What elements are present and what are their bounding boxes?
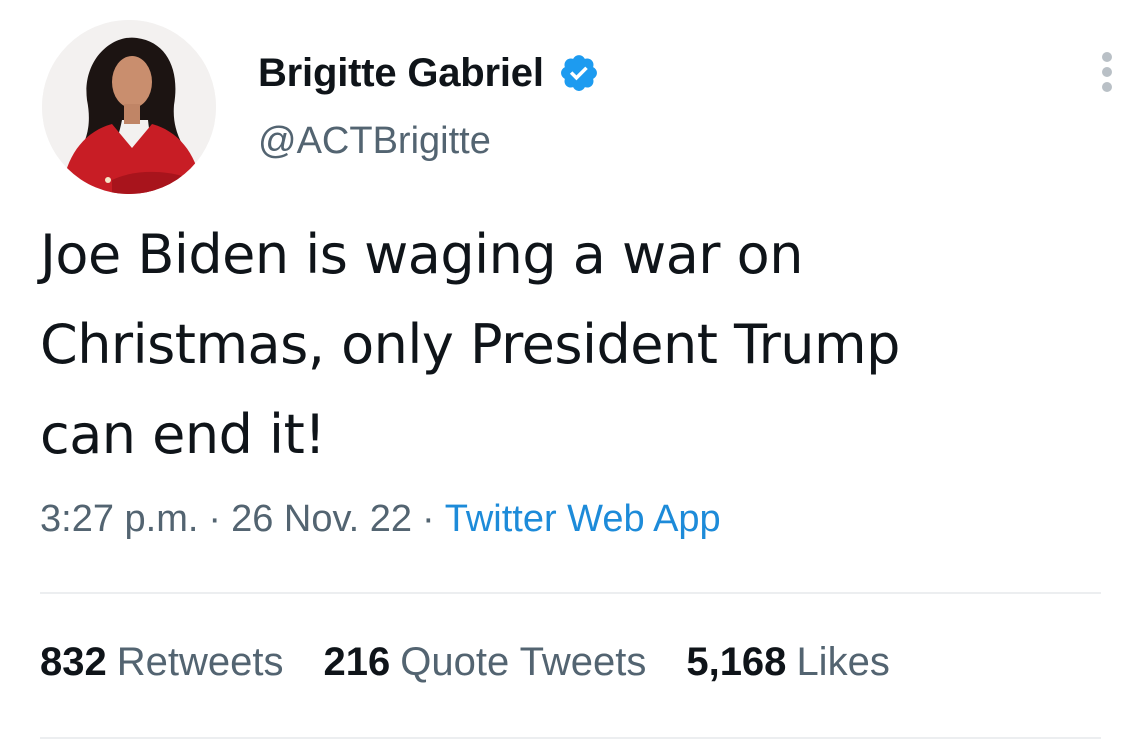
tweet-meta: 3:27 p.m. · 26 Nov. 22 · Twitter Web App [40,498,721,541]
verified-badge-icon [558,52,600,94]
author-name-row[interactable]: Brigitte Gabriel [258,48,600,98]
meta-separator: · [208,498,222,540]
divider [40,592,1101,594]
likes-label: Likes [796,640,890,684]
tweet-text: Joe Biden is waging a war on Christmas, … [40,223,900,466]
more-options-icon[interactable] [1100,52,1114,92]
meta-separator: · [422,498,435,540]
tweet-source-link[interactable]: Twitter Web App [445,498,721,540]
tweet-stats: 832 Retweets 216 Quote Tweets 5,168 Likes [40,640,890,685]
quote-tweets-label: Quote Tweets [400,640,647,684]
avatar-image [42,20,216,194]
author-display-name[interactable]: Brigitte Gabriel [258,51,544,96]
quote-tweets-count: 216 [323,640,391,684]
retweets-count: 832 [40,640,107,684]
tweet-date[interactable]: 26 Nov. 22 [231,498,412,540]
quote-tweets-stat[interactable]: 216 Quote Tweets [324,640,647,685]
divider [40,737,1101,739]
tweet-card: Brigitte Gabriel @ACTBrigitte Joe Biden … [0,0,1125,741]
avatar[interactable] [42,20,216,194]
tweet-time[interactable]: 3:27 p.m. [40,498,198,540]
likes-count: 5,168 [686,640,787,684]
author-handle[interactable]: @ACTBrigitte [258,120,491,163]
likes-stat[interactable]: 5,168 Likes [686,640,890,685]
retweets-label: Retweets [116,640,284,684]
retweets-stat[interactable]: 832 Retweets [40,640,284,685]
